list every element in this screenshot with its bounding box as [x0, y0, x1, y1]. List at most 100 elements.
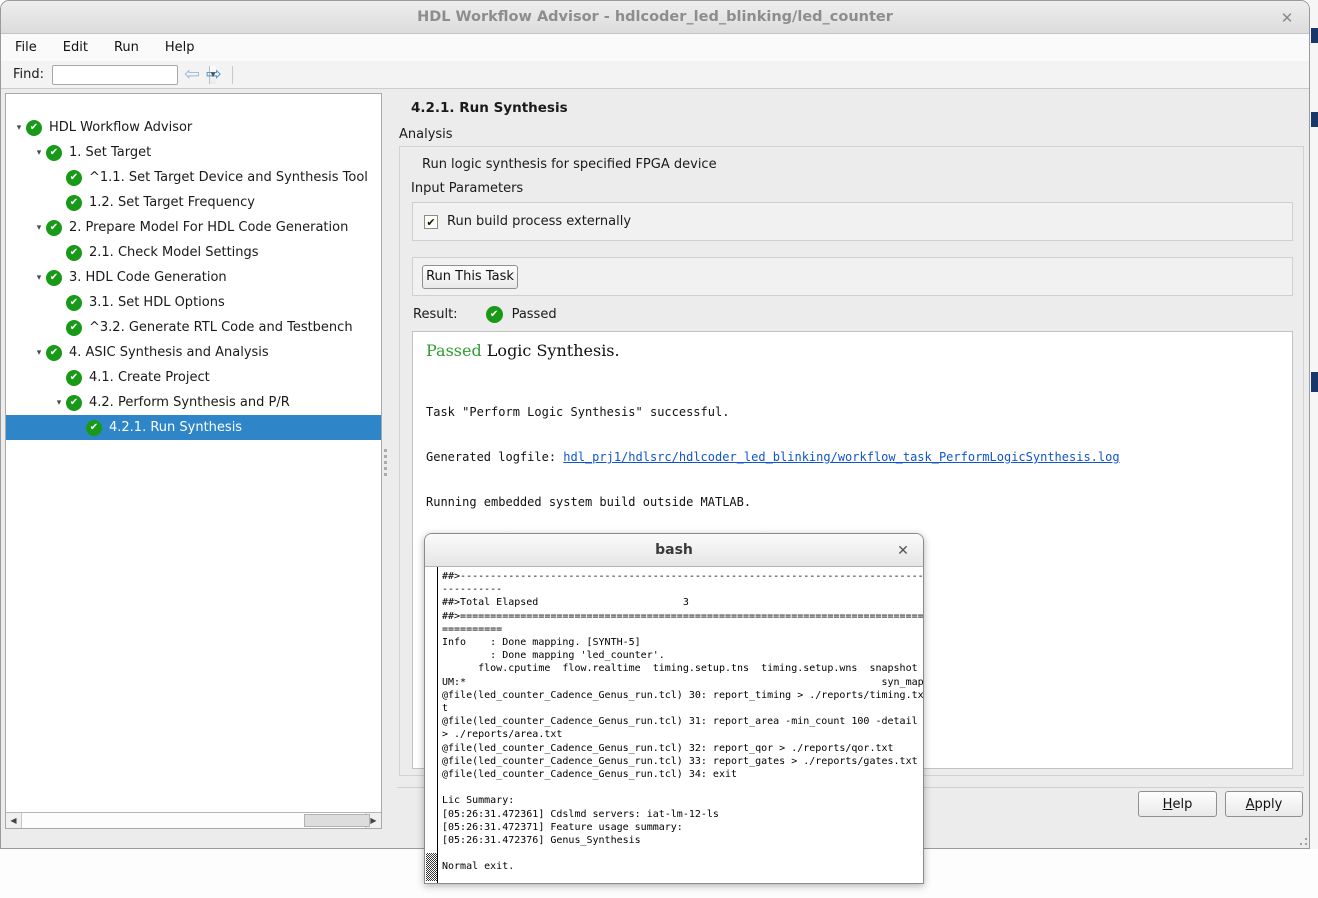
- workflow-tree: ▾✔HDL Workflow Advisor▾✔1. Set Target✔^1…: [6, 115, 381, 440]
- passed-check-icon: ✔: [66, 395, 82, 411]
- passed-check-icon: ✔: [26, 120, 42, 136]
- log-line: Running embedded system build outside MA…: [426, 495, 1120, 510]
- background-window-sliver: [1310, 0, 1318, 849]
- toolbar-separator: [232, 66, 233, 84]
- tree-item[interactable]: ✔ ^3.2. Generate RTL Code and Testbench: [6, 315, 381, 340]
- logfile-link[interactable]: hdl_prj1/hdlsrc/hdlcoder_led_blinking/wo…: [563, 450, 1119, 464]
- chevron-down-icon: ▼: [211, 71, 216, 78]
- tree-item[interactable]: ▾✔ 4.2. Perform Synthesis and P/R: [6, 390, 381, 415]
- menu-file[interactable]: File: [15, 40, 37, 55]
- terminal-close-icon[interactable]: ✕: [894, 542, 912, 560]
- tree-item[interactable]: ✔ 1.2. Set Target Frequency: [6, 190, 381, 215]
- window-close-icon[interactable]: ✕: [1277, 8, 1297, 28]
- window-title: HDL Workflow Advisor - hdlcoder_led_blin…: [417, 9, 893, 25]
- passed-check-icon: ✔: [66, 370, 82, 386]
- bash-terminal-window[interactable]: bash ✕ ##>------------------------------…: [424, 533, 924, 884]
- tree-item[interactable]: ▾✔ 4. ASIC Synthesis and Analysis: [6, 340, 381, 365]
- expand-caret-icon[interactable]: ▾: [12, 123, 26, 133]
- tree-item[interactable]: ▾✔1. Set Target: [6, 140, 381, 165]
- passed-check-icon: ✔: [86, 420, 102, 436]
- passed-check-icon: ✔: [66, 245, 82, 261]
- tree-item-label: 3.1. Set HDL Options: [89, 295, 225, 310]
- tree-item-label: 4. ASIC Synthesis and Analysis: [69, 345, 269, 360]
- passed-check-icon: ✔: [66, 320, 82, 336]
- tree-item[interactable]: ▾✔ HDL Workflow Advisor: [6, 115, 381, 140]
- menu-help[interactable]: Help: [165, 40, 195, 55]
- tree-item-label: 2. Prepare Model For HDL Code Generation: [69, 220, 348, 235]
- terminal-titlebar[interactable]: bash ✕: [425, 534, 923, 567]
- find-combobox[interactable]: ▼: [52, 65, 178, 85]
- tree-item-label: 1.2. Set Target Frequency: [89, 195, 255, 210]
- run-task-box: Run This Task: [412, 257, 1293, 296]
- result-heading: Passed Logic Synthesis.: [426, 341, 620, 360]
- scrollbar-thumb[interactable]: [304, 814, 370, 827]
- expand-caret-icon[interactable]: ▾: [32, 223, 46, 233]
- heading-rest: Logic Synthesis.: [482, 341, 620, 360]
- window-resize-grip[interactable]: [1299, 837, 1308, 846]
- input-parameters-label: Input Parameters: [411, 181, 523, 196]
- tree-item[interactable]: ✔ 4.2.1. Run Synthesis: [6, 415, 381, 440]
- run-externally-label: Run build process externally: [447, 214, 631, 229]
- help-button[interactable]: Help: [1138, 791, 1217, 817]
- tree-item[interactable]: ✔ 3.1. Set HDL Options: [6, 290, 381, 315]
- tree-item-label: 4.2.1. Run Synthesis: [109, 420, 242, 435]
- menubar: File Edit Run Help: [1, 34, 1309, 61]
- tree-horizontal-scrollbar[interactable]: ◀ ▶: [6, 812, 381, 828]
- passed-check-icon: ✔: [46, 270, 62, 286]
- passed-check-icon: ✔: [46, 220, 62, 236]
- task-title: 4.2.1. Run Synthesis: [411, 100, 568, 116]
- log-line: Task "Perform Logic Synthesis" successfu…: [426, 405, 1120, 420]
- analysis-section-label: Analysis: [399, 127, 453, 142]
- tree-item[interactable]: ✔ 4.1. Create Project: [6, 365, 381, 390]
- tree-item-label: 2.1. Check Model Settings: [89, 245, 259, 260]
- input-parameters-box: ✔ Run build process externally: [412, 202, 1293, 241]
- workflow-tree-panel: ▾✔HDL Workflow Advisor▾✔1. Set Target✔^1…: [5, 93, 382, 829]
- tree-item[interactable]: ▾✔ 3. HDL Code Generation: [6, 265, 381, 290]
- find-toolbar: Find: ▼ ⇦ ⇨: [1, 61, 1309, 89]
- expand-caret-icon[interactable]: ▾: [52, 398, 66, 408]
- passed-check-icon: ✔: [46, 345, 62, 361]
- apply-rest: pply: [1255, 797, 1283, 812]
- tree-item-label: 4.1. Create Project: [89, 370, 210, 385]
- tree-item-label: HDL Workflow Advisor: [49, 120, 192, 135]
- expand-caret-icon[interactable]: ▾: [32, 273, 46, 283]
- tree-item[interactable]: ▾✔ 2. Prepare Model For HDL Code Generati…: [6, 215, 381, 240]
- tree-item[interactable]: ✔ 2.1. Check Model Settings: [6, 240, 381, 265]
- log-line: Generated logfile: hdl_prj1/hdlsrc/hdlco…: [426, 450, 1120, 465]
- run-externally-checkbox[interactable]: ✔: [424, 215, 438, 229]
- expand-caret-icon[interactable]: ▾: [32, 348, 46, 358]
- find-previous-icon[interactable]: ⇦: [184, 65, 200, 84]
- tree-item-label: ^3.2. Generate RTL Code and Testbench: [89, 320, 353, 335]
- terminal-output: ##>-------------------------------------…: [442, 570, 923, 883]
- passed-check-icon: ✔: [66, 295, 82, 311]
- result-status: Passed: [512, 307, 557, 322]
- passed-check-icon: ✔: [66, 170, 82, 186]
- scroll-left-icon[interactable]: ◀: [6, 813, 22, 828]
- terminal-scrollbar-thumb[interactable]: [426, 853, 437, 881]
- menu-edit[interactable]: Edit: [63, 40, 88, 55]
- run-this-task-button[interactable]: Run This Task: [422, 265, 518, 289]
- result-row: Result: ✔ Passed: [413, 306, 557, 323]
- find-label: Find:: [13, 67, 44, 82]
- window-titlebar[interactable]: HDL Workflow Advisor - hdlcoder_led_blin…: [1, 1, 1309, 34]
- background-window-accent: [1311, 372, 1318, 392]
- passed-check-icon: ✔: [66, 195, 82, 211]
- menu-run[interactable]: Run: [114, 40, 139, 55]
- help-accel: H: [1163, 797, 1173, 812]
- tree-item-label: ^1.1. Set Target Device and Synthesis To…: [89, 170, 368, 185]
- apply-button[interactable]: Apply: [1225, 791, 1303, 817]
- log-line-prefix: Generated logfile:: [426, 450, 563, 464]
- passed-check-icon: ✔: [486, 306, 503, 323]
- expand-caret-icon[interactable]: ▾: [32, 148, 46, 158]
- result-label: Result:: [413, 307, 458, 322]
- tree-item[interactable]: ✔ ^1.1. Set Target Device and Synthesis T…: [6, 165, 381, 190]
- tree-item-label: 4.2. Perform Synthesis and P/R: [89, 395, 290, 410]
- terminal-scrollbar[interactable]: [425, 567, 438, 883]
- panel-splitter-handle[interactable]: [384, 449, 388, 479]
- scrollbar-track[interactable]: [22, 813, 365, 828]
- passed-word: Passed: [426, 341, 482, 360]
- help-rest: elp: [1172, 797, 1192, 812]
- terminal-body: ##>-------------------------------------…: [425, 567, 923, 883]
- tree-item-label: 3. HDL Code Generation: [69, 270, 227, 285]
- apply-accel: A: [1246, 797, 1255, 812]
